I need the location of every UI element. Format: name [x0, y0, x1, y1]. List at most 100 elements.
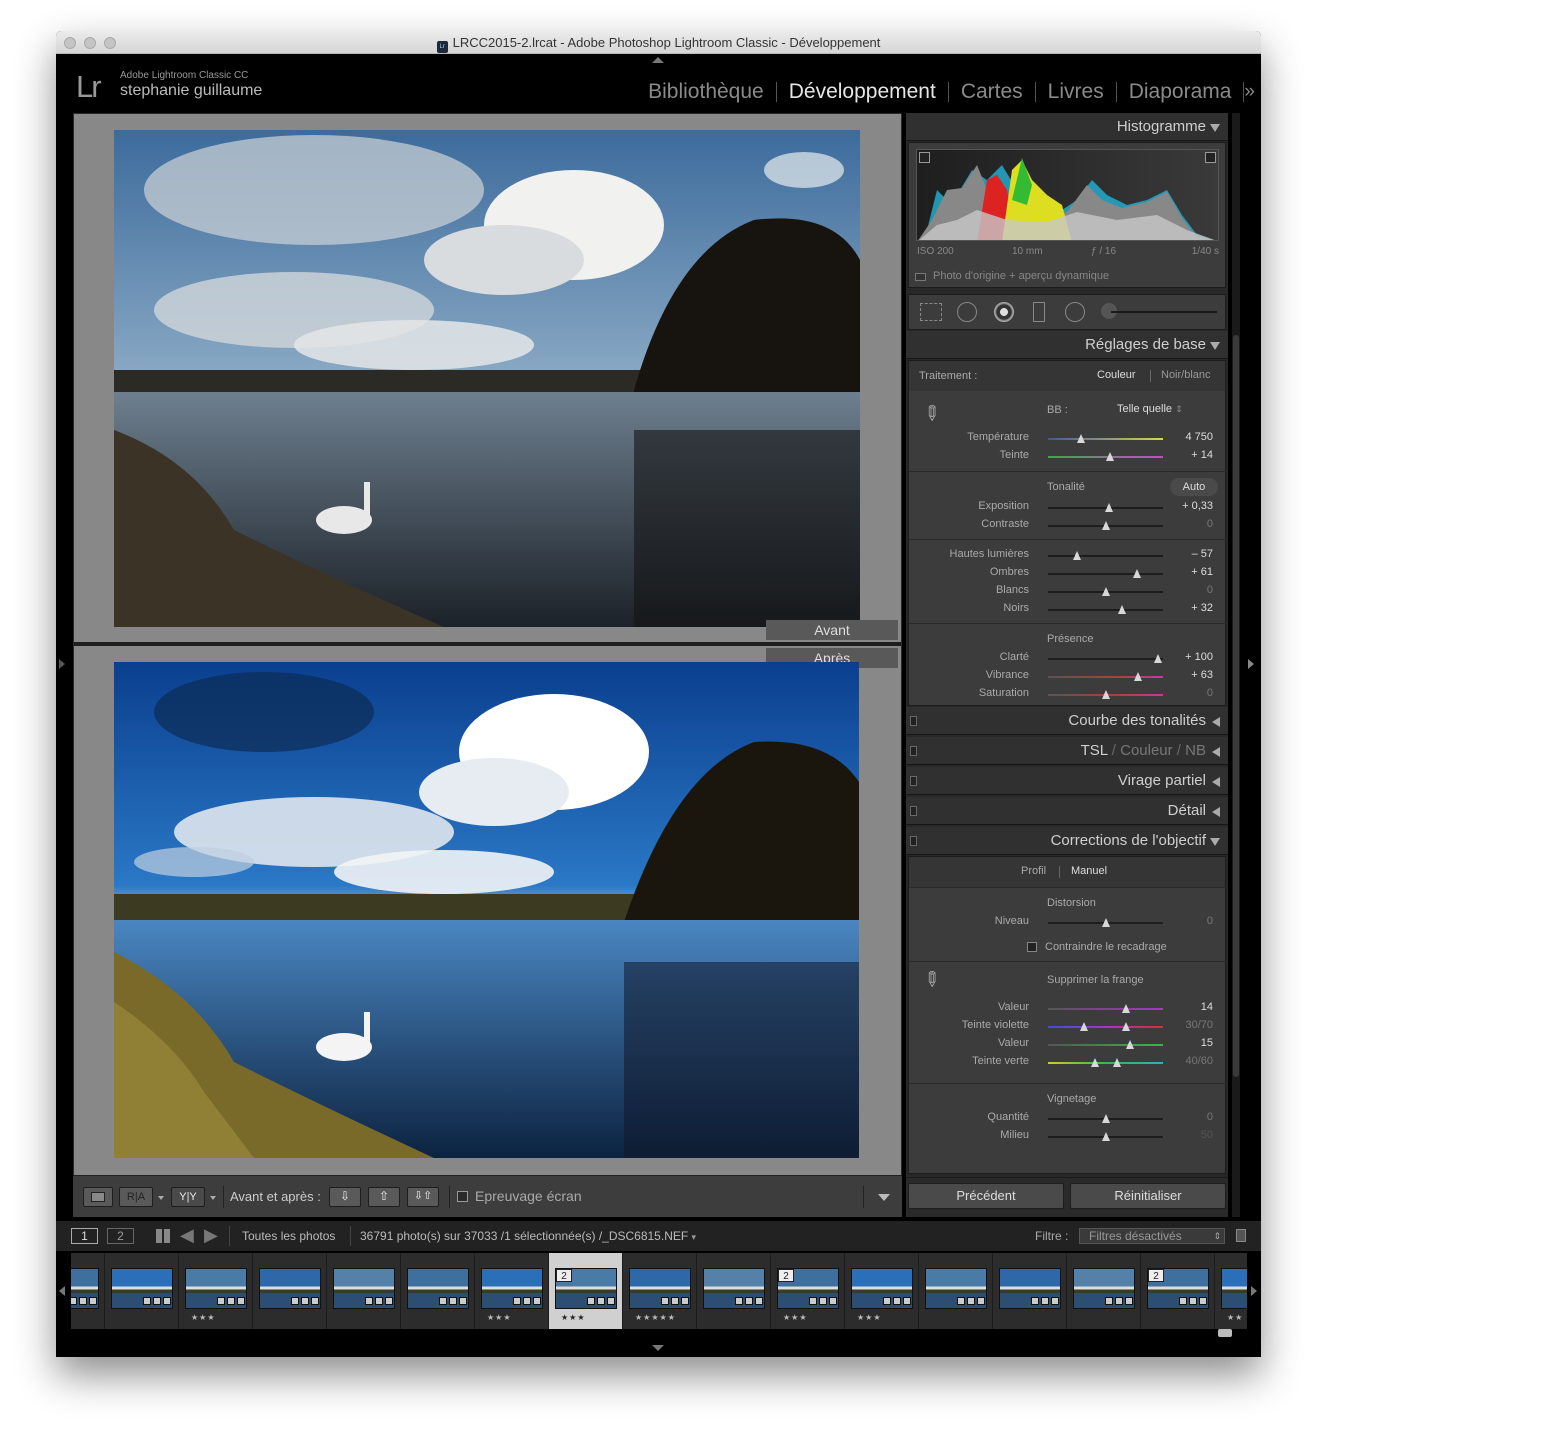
- detail-header[interactable]: Détail: [906, 797, 1228, 825]
- shadows-value[interactable]: + 61: [1191, 566, 1213, 578]
- filmstrip-thumbnail[interactable]: [919, 1253, 993, 1329]
- crop-icon[interactable]: [523, 1297, 531, 1305]
- histogram-graph[interactable]: [916, 149, 1219, 241]
- before-after-ra-button[interactable]: R|A: [119, 1187, 153, 1207]
- right-panel-scrollbar[interactable]: [1232, 113, 1240, 1217]
- module-library[interactable]: Bibliothèque: [636, 81, 777, 102]
- star-rating[interactable]: ★★★: [857, 1313, 882, 1322]
- green-hue-high-thumb[interactable]: [1113, 1058, 1121, 1067]
- loupe-view-button[interactable]: [83, 1187, 113, 1207]
- second-screen-button[interactable]: 2: [107, 1228, 134, 1244]
- module-slideshow[interactable]: Diaporama: [1117, 81, 1245, 102]
- exposure-slider[interactable]: [1048, 503, 1163, 512]
- filmstrip-thumbnail[interactable]: [401, 1253, 475, 1329]
- filmstrip-thumbnail[interactable]: ★★★: [845, 1253, 919, 1329]
- basic-header[interactable]: Réglages de base: [906, 331, 1228, 359]
- filmstrip-count[interactable]: 36791 photo(s) sur 37033 /1 sélectionnée…: [360, 1229, 696, 1243]
- comment-icon[interactable]: [365, 1297, 373, 1305]
- adjust-icon[interactable]: [829, 1297, 837, 1305]
- before-photo[interactable]: [114, 130, 860, 627]
- hsl-header[interactable]: TSL / Couleur / NB: [906, 737, 1228, 765]
- adjust-icon[interactable]: [681, 1297, 689, 1305]
- crop-icon[interactable]: [301, 1297, 309, 1305]
- left-panel-toggle-icon[interactable]: [59, 659, 65, 669]
- bw-tab[interactable]: NB: [1185, 742, 1206, 759]
- lens-corrections-header[interactable]: Corrections de l'objectif: [906, 827, 1228, 855]
- ra-dropdown-icon[interactable]: [158, 1196, 164, 1200]
- tone-curve-header[interactable]: Courbe des tonalités: [906, 707, 1228, 735]
- contrast-value[interactable]: 0: [1207, 518, 1213, 530]
- crop-icon[interactable]: [449, 1297, 457, 1305]
- star-rating[interactable]: ★★★: [783, 1313, 808, 1322]
- comment-icon[interactable]: [1105, 1297, 1113, 1305]
- crop-icon[interactable]: [227, 1297, 235, 1305]
- soft-proofing-checkbox[interactable]: [457, 1191, 468, 1202]
- highlights-slider-thumb[interactable]: [1072, 551, 1081, 560]
- whites-slider-thumb[interactable]: [1101, 587, 1110, 596]
- filmstrip-thumbnail[interactable]: [697, 1253, 771, 1329]
- clarity-value[interactable]: + 100: [1185, 651, 1213, 663]
- comment-icon[interactable]: [809, 1297, 817, 1305]
- shadows-slider[interactable]: [1048, 569, 1163, 578]
- comment-icon[interactable]: [883, 1297, 891, 1305]
- split-toning-header[interactable]: Virage partiel: [906, 767, 1228, 795]
- comment-icon[interactable]: [587, 1297, 595, 1305]
- grid-view-icon[interactable]: [156, 1229, 170, 1243]
- crop-icon[interactable]: [597, 1297, 605, 1305]
- copy-before-to-after-button[interactable]: ⇩: [329, 1187, 361, 1207]
- star-rating[interactable]: ★★: [1227, 1313, 1243, 1322]
- module-book[interactable]: Livres: [1036, 81, 1117, 102]
- crop-icon[interactable]: [1041, 1297, 1049, 1305]
- filmstrip-thumbnail[interactable]: [993, 1253, 1067, 1329]
- profile-tab[interactable]: Profil: [1021, 865, 1046, 877]
- top-panel-toggle-icon[interactable]: [652, 57, 664, 63]
- comment-icon[interactable]: [957, 1297, 965, 1305]
- blacks-slider-thumb[interactable]: [1117, 605, 1126, 614]
- tone-curve-switch[interactable]: [910, 716, 917, 726]
- adjust-icon[interactable]: [163, 1297, 171, 1305]
- adjust-icon[interactable]: [1051, 1297, 1059, 1305]
- adjust-icon[interactable]: [977, 1297, 985, 1305]
- comment-icon[interactable]: [291, 1297, 299, 1305]
- crop-icon[interactable]: [1115, 1297, 1123, 1305]
- whites-value[interactable]: 0: [1207, 584, 1213, 596]
- module-develop[interactable]: Développement: [777, 81, 949, 102]
- adjust-icon[interactable]: [1199, 1297, 1207, 1305]
- adjust-icon[interactable]: [903, 1297, 911, 1305]
- shadows-slider-thumb[interactable]: [1132, 569, 1141, 578]
- previous-button[interactable]: Précédent: [908, 1183, 1064, 1209]
- filmstrip-thumbnail[interactable]: [71, 1253, 105, 1329]
- adjust-icon[interactable]: [237, 1297, 245, 1305]
- filmstrip-scroll-left-icon[interactable]: [59, 1286, 65, 1296]
- crop-icon[interactable]: [893, 1297, 901, 1305]
- stack-count-badge[interactable]: 2: [778, 1269, 794, 1282]
- crop-icon[interactable]: [1189, 1297, 1197, 1305]
- wb-select[interactable]: Telle quelle ⇕: [1117, 403, 1183, 415]
- treatment-bw-option[interactable]: Noir/blanc: [1161, 369, 1211, 381]
- treatment-color-option[interactable]: Couleur: [1097, 369, 1136, 381]
- vignette-amount-slider[interactable]: [1048, 1114, 1163, 1123]
- level-slider[interactable]: [1048, 918, 1163, 927]
- copy-after-to-before-button[interactable]: ⇧: [368, 1187, 400, 1207]
- highlights-value[interactable]: – 57: [1192, 548, 1213, 560]
- highlights-slider[interactable]: [1048, 551, 1163, 560]
- filmstrip-thumbnail[interactable]: ★★★★★: [623, 1253, 697, 1329]
- temperature-slider[interactable]: [1048, 434, 1163, 443]
- level-value[interactable]: 0: [1207, 915, 1213, 927]
- star-rating[interactable]: ★★★: [561, 1313, 586, 1322]
- crop-icon[interactable]: [745, 1297, 753, 1305]
- filmstrip-thumbnail[interactable]: 2: [1141, 1253, 1215, 1329]
- contrast-slider-thumb[interactable]: [1101, 521, 1110, 530]
- graduated-filter-icon[interactable]: [1033, 302, 1045, 322]
- green-hue-slider[interactable]: [1048, 1058, 1163, 1067]
- contrast-slider[interactable]: [1048, 521, 1163, 530]
- swap-before-after-button[interactable]: ⇩⇧: [407, 1187, 439, 1207]
- fringe-eyedropper-icon[interactable]: ✎: [917, 965, 947, 995]
- constrain-crop-checkbox[interactable]: [1027, 942, 1037, 952]
- whites-slider[interactable]: [1048, 587, 1163, 596]
- comment-icon[interactable]: [439, 1297, 447, 1305]
- filmstrip-thumbnail[interactable]: [327, 1253, 401, 1329]
- comment-icon[interactable]: [71, 1297, 77, 1305]
- comment-icon[interactable]: [217, 1297, 225, 1305]
- crop-icon[interactable]: [79, 1297, 87, 1305]
